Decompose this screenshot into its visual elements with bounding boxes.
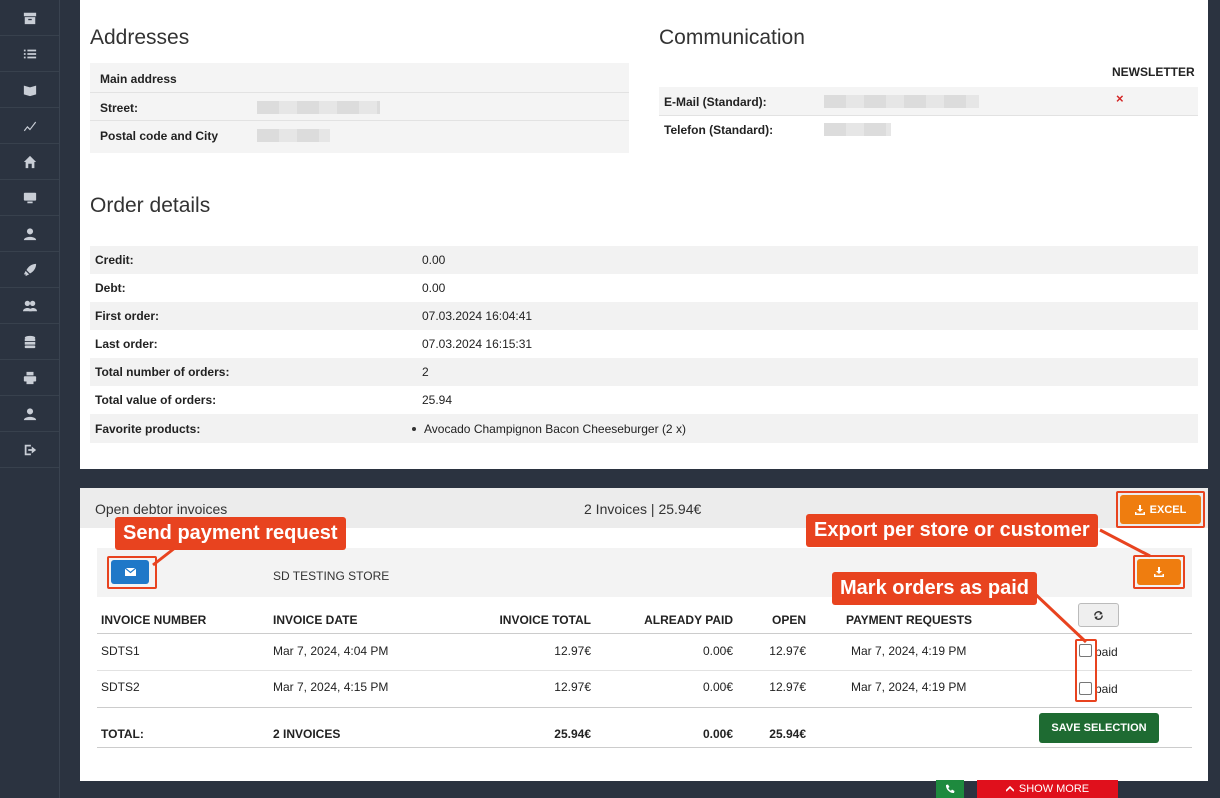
show-more-label: SHOW MORE	[1018, 783, 1090, 795]
phone-icon	[945, 784, 955, 794]
mark-paid-callout: Mark orders as paid	[832, 572, 1037, 605]
send-payment-request-callout: Send payment request	[115, 517, 346, 550]
chevron-up-icon	[1005, 786, 1014, 792]
callout-arrows	[152, 528, 1151, 644]
show-more-button[interactable]: SHOW MORE	[977, 780, 1118, 798]
phone-button[interactable]	[936, 780, 964, 798]
export-callout: Export per store or customer	[806, 514, 1098, 547]
